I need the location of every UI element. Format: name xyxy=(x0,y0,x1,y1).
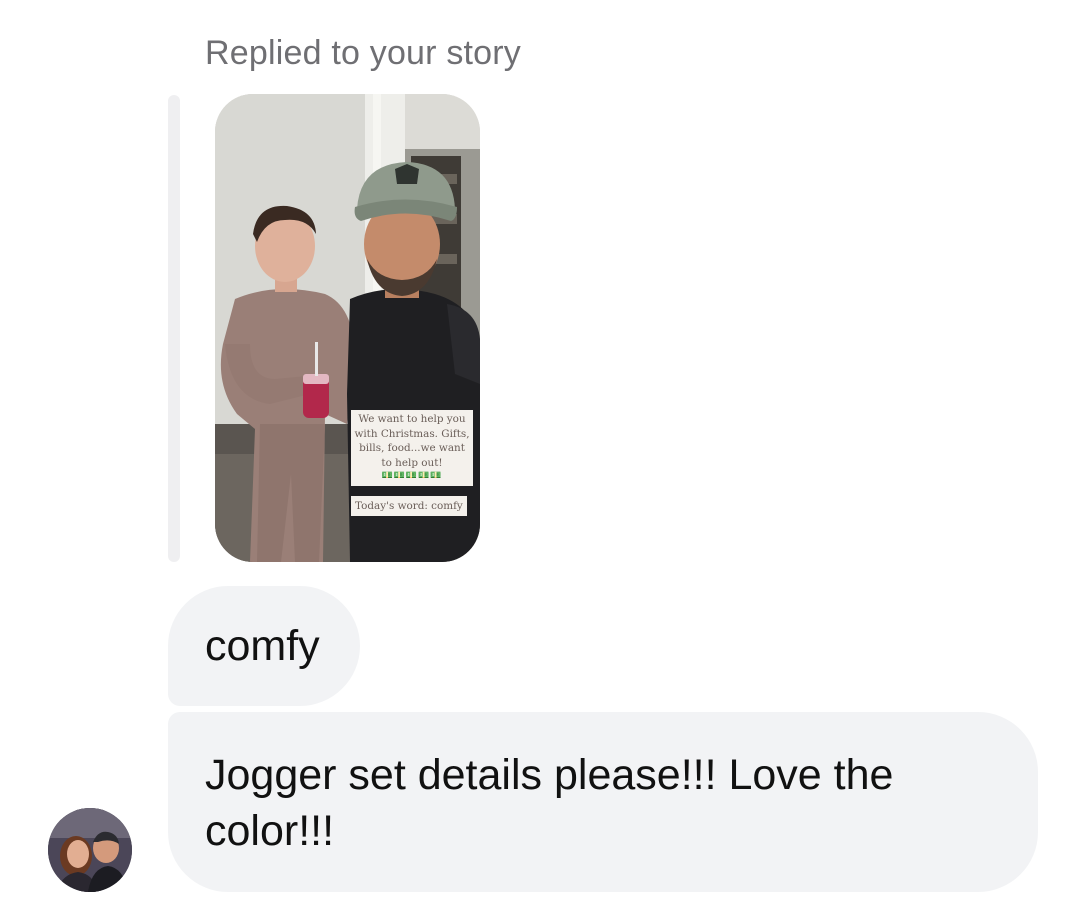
message-text: comfy xyxy=(205,622,320,670)
reply-quote-bar xyxy=(168,95,180,562)
message-bubble[interactable]: comfy xyxy=(168,586,360,706)
replied-to-story-label: Replied to your story xyxy=(205,34,522,72)
avatar-photo-icon xyxy=(48,808,132,892)
story-preview[interactable]: We want to help you with Christmas. Gift… xyxy=(215,94,480,562)
sender-avatar[interactable] xyxy=(48,808,132,892)
todays-word-sticker: Today's word: comfy xyxy=(351,496,467,516)
story-caption: We want to help you with Christmas. Gift… xyxy=(351,410,473,486)
money-emoji-row: 💵💵💵💵💵 xyxy=(381,471,443,481)
message-bubble[interactable]: Jogger set details please!!! Love the co… xyxy=(168,712,1038,892)
message-text: Jogger set details please!!! Love the co… xyxy=(205,751,894,855)
story-caption-text: We want to help you with Christmas. Gift… xyxy=(354,413,470,469)
dm-thread: Replied to your story We want to help yo… xyxy=(0,0,1088,923)
story-photo xyxy=(215,94,480,562)
